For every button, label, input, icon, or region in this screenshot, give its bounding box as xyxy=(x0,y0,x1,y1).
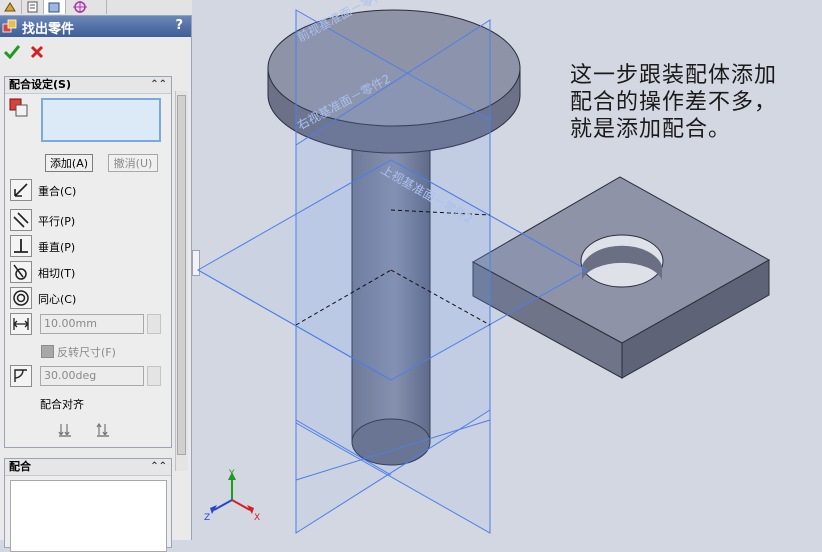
configuration-manager-tab[interactable] xyxy=(44,0,66,14)
angle-icon xyxy=(14,369,27,382)
triad-x-label: X xyxy=(254,513,260,523)
property-manager-title-bar: 找出零件 ? xyxy=(0,16,191,37)
annotation-text: 这一步跟装配体添加配合的操作差不多，就是添加配合。 xyxy=(570,63,778,142)
mate-selections-icon xyxy=(9,98,28,117)
parallel-icon xyxy=(13,212,29,228)
angle-spinner[interactable] xyxy=(147,366,161,386)
property-manager-panel: 找出零件 ? 配合设定(S) ⌃⌃ 添加(A) 撤消(U) 重合(C) 平行(P… xyxy=(0,0,200,552)
anti-aligned-icon xyxy=(96,422,109,437)
orientation-triad: Y X Z xyxy=(204,469,260,523)
distance-icon xyxy=(13,318,29,330)
property-manager-tab[interactable] xyxy=(22,0,44,14)
dimxpert-icon xyxy=(73,1,87,13)
distance-spinner[interactable] xyxy=(147,314,161,334)
feature-manager-tab[interactable] xyxy=(0,0,22,14)
mate-settings-header[interactable]: 配合设定(S) ⌃⌃ xyxy=(5,77,171,94)
perpendicular-label: 垂直(P) xyxy=(38,241,76,254)
collapse-icon[interactable]: ⌃⌃ xyxy=(150,459,167,475)
flip-dimension-checkbox[interactable] xyxy=(41,345,54,358)
tangent-label: 相切(T) xyxy=(38,267,76,280)
mate-icon xyxy=(2,19,17,33)
ok-button[interactable] xyxy=(3,44,21,63)
coincident-icon xyxy=(14,183,28,197)
collapse-icon[interactable]: ⌃⌃ xyxy=(150,77,167,93)
aligned-icon xyxy=(58,424,71,437)
feature-manager-icon xyxy=(4,2,16,12)
aligned-button[interactable] xyxy=(58,422,76,441)
concentric-icon xyxy=(13,290,29,306)
cancel-button[interactable] xyxy=(30,44,44,63)
anti-aligned-button[interactable] xyxy=(96,422,114,441)
tangent-icon xyxy=(13,264,27,280)
distance-input[interactable]: 10.00mm xyxy=(40,314,144,334)
scrollbar-thumb[interactable] xyxy=(177,95,186,455)
flip-dimension-label: 反转尺寸(F) xyxy=(57,346,116,359)
parallel-label: 平行(P) xyxy=(38,215,76,228)
mates-list[interactable] xyxy=(10,480,167,552)
mate-selections-list[interactable] xyxy=(41,98,161,142)
manager-tabs xyxy=(0,0,192,16)
angle-input[interactable]: 30.00deg xyxy=(40,366,144,386)
dimxpert-tab[interactable] xyxy=(66,0,107,14)
close-icon xyxy=(30,45,44,59)
mates-header[interactable]: 配合 ⌃⌃ xyxy=(5,459,171,476)
help-button[interactable]: ? xyxy=(175,18,183,33)
mate-settings-title: 配合设定(S) xyxy=(9,78,71,91)
triad-z-label: Z xyxy=(204,513,210,523)
check-icon xyxy=(3,45,21,60)
coincident-label: 重合(C) xyxy=(38,185,77,198)
concentric-label: 同心(C) xyxy=(38,293,77,306)
add-button[interactable]: 添加(A) xyxy=(45,154,93,172)
page-title: 找出零件 xyxy=(22,22,75,37)
reference-planes xyxy=(196,9,589,534)
mate-alignment-label: 配合对齐 xyxy=(40,398,84,411)
triad-y-label: Y xyxy=(228,469,235,479)
panel-scrollbar[interactable] xyxy=(175,91,188,471)
perpendicular-icon xyxy=(14,239,28,253)
undo-button[interactable]: 撤消(U) xyxy=(108,154,158,172)
configuration-manager-icon xyxy=(48,2,60,13)
property-manager-icon xyxy=(27,1,38,13)
mates-title: 配合 xyxy=(9,460,31,473)
